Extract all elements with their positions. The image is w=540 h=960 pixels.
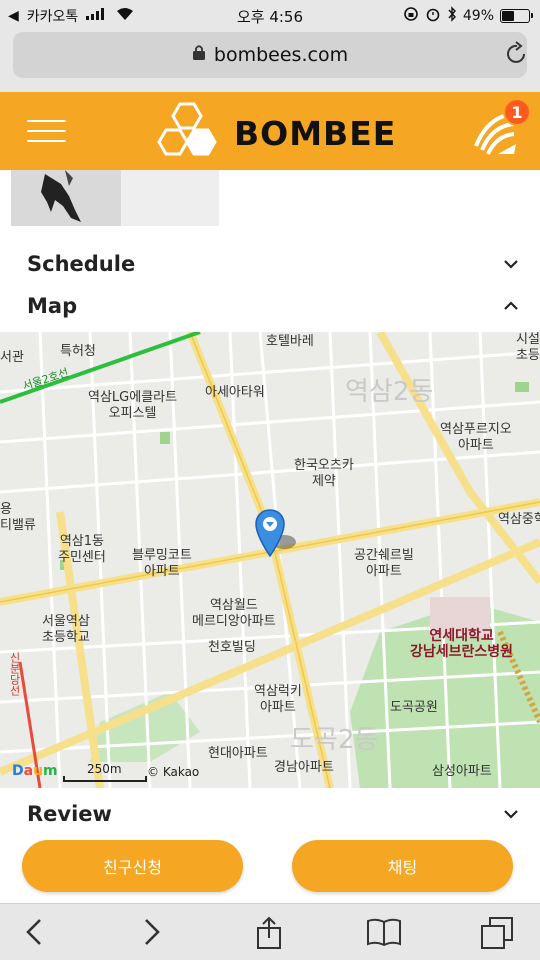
reload-icon[interactable] xyxy=(506,41,528,69)
map-scale: 250m xyxy=(63,762,147,782)
chevron-up-icon xyxy=(501,296,521,316)
map-label-yeoksam2dong: 역삼2동 xyxy=(345,377,434,407)
map-label-samsung: 삼성아파트 xyxy=(432,764,492,779)
rotation-lock-icon xyxy=(403,6,419,26)
map-section-toggle[interactable]: Map xyxy=(27,288,521,324)
brand-logo[interactable]: BOMBEE xyxy=(156,102,396,164)
map-label-severance: 연세대학교 강남세브란스병원 xyxy=(410,628,514,660)
url-text: bombees.com xyxy=(213,44,349,66)
back-icon[interactable] xyxy=(22,916,46,952)
map-label-prugio: 역삼푸르지오 아파트 xyxy=(440,422,512,453)
map-label-dogok-park: 도곡공원 xyxy=(390,700,438,715)
battery-icon xyxy=(500,9,533,23)
map-label-asea-tower: 아세아타워 xyxy=(205,385,265,400)
forward-icon[interactable] xyxy=(140,916,164,952)
brand-name: BOMBEE xyxy=(234,113,397,153)
profile-image xyxy=(11,170,219,226)
map-title: Map xyxy=(27,294,78,318)
chat-button[interactable]: 채팅 xyxy=(292,840,513,892)
map-label-edge-left: 용 티밸류 xyxy=(0,502,36,533)
map-label-sinbundang: 신분당선 xyxy=(8,652,21,696)
map-attribution: © Kakao xyxy=(147,765,200,779)
map-label-gonggan: 공간쉐르빌 아파트 xyxy=(354,548,414,579)
address-bar[interactable]: bombees.com xyxy=(13,32,527,78)
bookmarks-icon[interactable] xyxy=(366,916,402,952)
map-pin-icon[interactable] xyxy=(254,508,302,568)
site-header: BOMBEE xyxy=(0,92,540,170)
chevron-down-icon xyxy=(501,254,521,274)
status-right: 49% xyxy=(403,6,533,26)
share-icon[interactable] xyxy=(254,916,284,954)
map-label-lg-eclat: 역삼LG에클라트 오피스텔 xyxy=(88,390,178,421)
review-section-toggle[interactable]: Review xyxy=(27,796,521,832)
map-view[interactable]: 특허청 호텔바레 서관 서울2호선 역삼LG에클라트 오피스텔 아세아타워 역삼2… xyxy=(0,332,540,788)
lock-icon xyxy=(192,44,206,66)
chevron-down-icon xyxy=(501,804,521,824)
browser-toolbar xyxy=(0,903,540,960)
map-label-elementary: 서울역삼 초등학교 xyxy=(42,614,90,645)
map-scale-label: 250m xyxy=(87,762,122,776)
battery-fill xyxy=(502,11,515,21)
alarm-icon xyxy=(425,6,441,26)
map-label-seogwan: 서관 xyxy=(0,350,24,365)
menu-icon[interactable] xyxy=(27,120,66,142)
browser-bar: bombees.com xyxy=(0,30,540,92)
map-label-hotel: 호텔바레 xyxy=(266,334,314,349)
map-label-blooming: 블루밍코트 아파트 xyxy=(132,548,192,579)
map-label-edge-right-top: 시설 초등 xyxy=(516,332,540,363)
map-label-yeoksam-middle: 역삼중학 xyxy=(498,512,540,527)
map-label-patent-office: 특허청 xyxy=(60,344,96,359)
daum-logo[interactable]: Daum xyxy=(12,763,58,779)
battery-percent: 49% xyxy=(462,8,494,24)
map-label-lucky: 역삼럭키 아파트 xyxy=(254,684,302,715)
status-bar: ◀ 카카오톡 오후 4:56 49% xyxy=(0,0,540,30)
friend-request-button[interactable]: 친구신청 xyxy=(22,840,243,892)
review-title: Review xyxy=(27,802,112,826)
notification-badge: 1 xyxy=(503,98,531,126)
map-label-hyundai: 현대아파트 xyxy=(208,746,268,761)
schedule-title: Schedule xyxy=(27,252,136,276)
map-label-cheonho: 천호빌딩 xyxy=(208,640,256,655)
map-label-yeoksam1dong-center: 역삼1동 주민센터 xyxy=(58,534,106,565)
map-label-world-meridian: 역삼월드 메르디앙아파트 xyxy=(192,598,276,629)
bluetooth-icon xyxy=(447,6,457,26)
map-label-gyeongnam: 경남아파트 xyxy=(274,760,334,775)
map-label-dogok2dong: 도곡2동 xyxy=(290,725,379,755)
tabs-icon[interactable] xyxy=(480,916,514,954)
map-label-otsuka: 한국오츠카 제약 xyxy=(294,458,354,489)
schedule-section-toggle[interactable]: Schedule xyxy=(27,246,521,282)
honeycomb-logo-icon xyxy=(156,102,218,164)
